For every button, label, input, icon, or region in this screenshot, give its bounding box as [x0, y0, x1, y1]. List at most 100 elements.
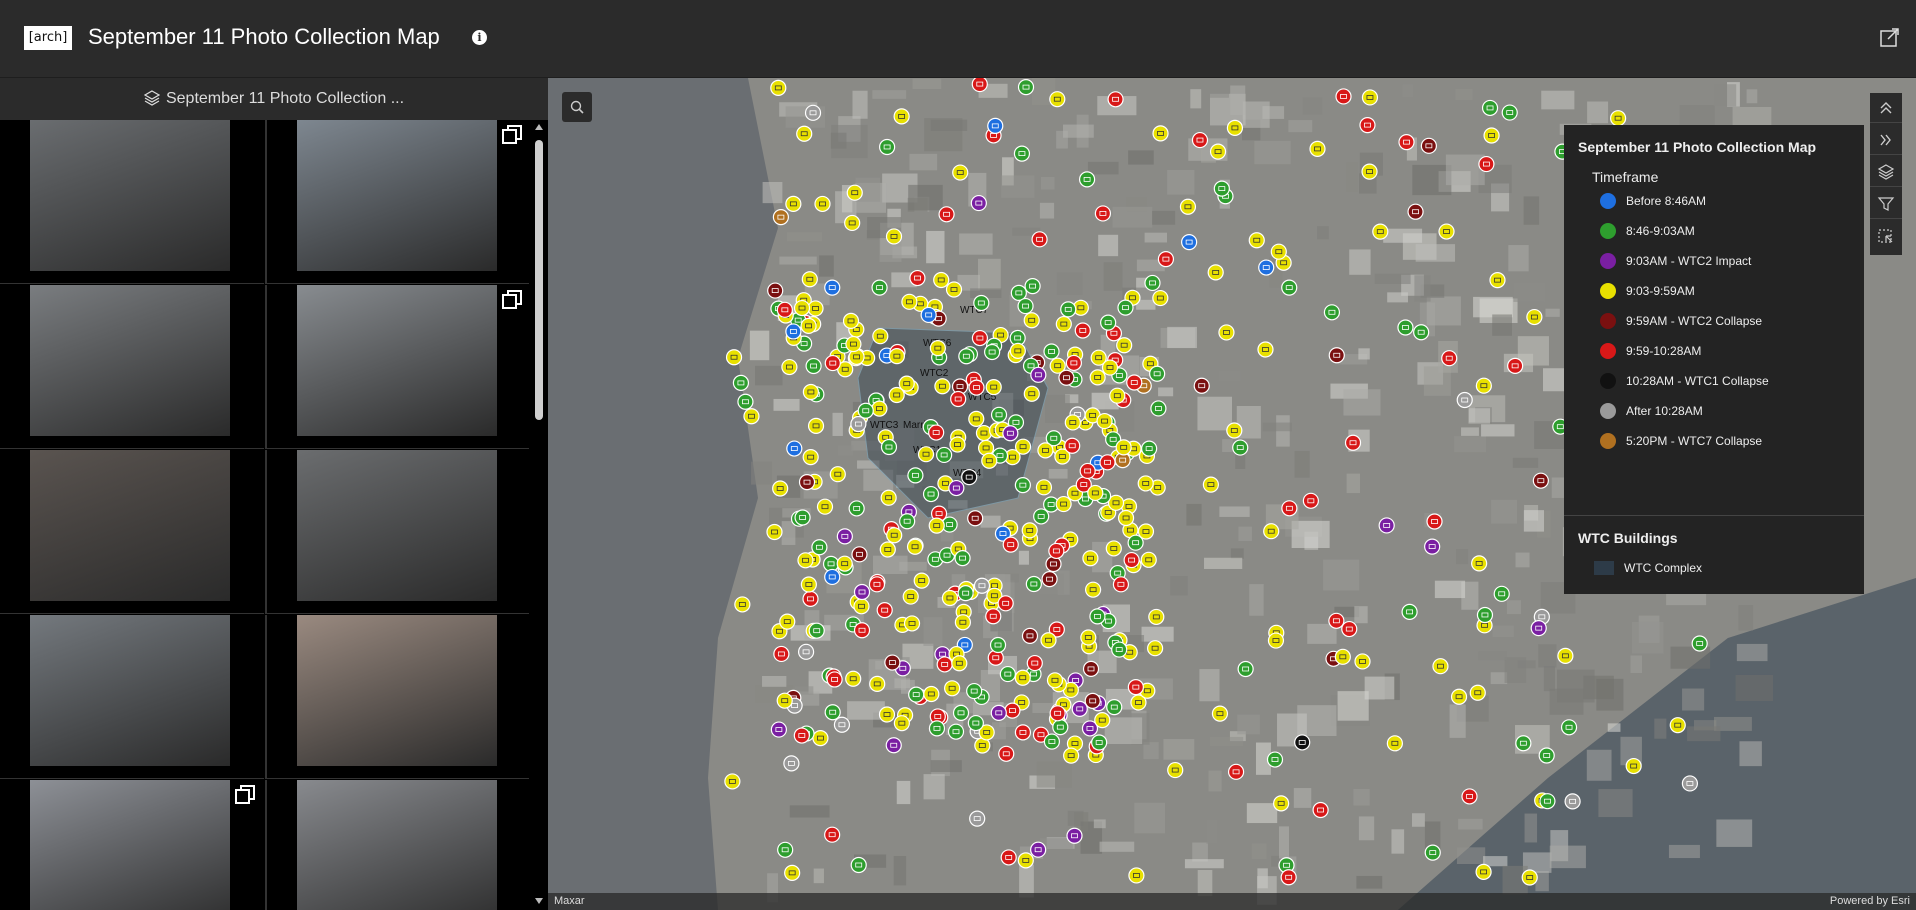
- photo-thumbnail[interactable]: [265, 450, 529, 614]
- city-block: [1454, 436, 1486, 453]
- map-view[interactable]: WTC7WTC6WTC2WTC5WTC3MarriottWTC1WTC4: [548, 78, 1916, 910]
- city-block: [1103, 262, 1123, 291]
- photo-thumbnail[interactable]: [0, 120, 264, 284]
- layers-icon: [1877, 164, 1895, 180]
- logo[interactable]: [arch]: [24, 26, 72, 50]
- photo-point: [928, 424, 945, 441]
- scroll-down-icon[interactable]: [535, 898, 543, 904]
- city-block: [1491, 499, 1517, 524]
- photo-point: [945, 281, 963, 298]
- city-block: [1478, 651, 1507, 661]
- photo-point: [971, 329, 989, 347]
- photo-image[interactable]: [30, 780, 230, 910]
- legend-symbol-icon: [1600, 313, 1616, 329]
- photo-point: [853, 622, 871, 639]
- photo-point: [1302, 492, 1319, 509]
- photo-image[interactable]: [297, 285, 497, 436]
- photo-point: [844, 214, 861, 232]
- city-block: [1515, 552, 1530, 568]
- photo-point: [928, 720, 946, 737]
- photo-image[interactable]: [30, 120, 230, 271]
- legend-symbol-icon: [1600, 193, 1616, 209]
- photo-point: [1055, 315, 1072, 333]
- photo-image[interactable]: [30, 450, 230, 601]
- layers-button[interactable]: [1870, 157, 1902, 187]
- city-block: [1513, 282, 1545, 302]
- city-block: [1383, 228, 1423, 243]
- photo-thumbnail[interactable]: [0, 450, 264, 614]
- photo-point: [973, 577, 991, 594]
- photo-image[interactable]: [30, 285, 230, 436]
- city-block: [1716, 819, 1753, 847]
- city-block: [1414, 107, 1447, 127]
- photo-point: [997, 595, 1014, 612]
- photo-point: [1226, 422, 1243, 439]
- photo-point: [851, 546, 868, 563]
- city-block: [1294, 450, 1310, 478]
- photo-thumbnail[interactable]: [0, 780, 264, 910]
- photo-point: [1013, 145, 1031, 162]
- photo-thumbnail[interactable]: [265, 120, 529, 284]
- city-block: [1288, 120, 1313, 133]
- map-attribution: Maxar Powered by Esri: [548, 893, 1916, 910]
- scrollbar[interactable]: [530, 120, 548, 910]
- photo-point: [1082, 660, 1100, 678]
- select-button[interactable]: [1870, 221, 1902, 251]
- photo-point: [869, 675, 886, 693]
- photo-point: [1521, 869, 1538, 886]
- city-block: [1222, 439, 1233, 453]
- photo-point: [1017, 297, 1034, 315]
- photo-point: [879, 541, 896, 558]
- photo-point: [1123, 551, 1140, 569]
- city-block: [1523, 196, 1540, 225]
- photo-point: [853, 598, 870, 615]
- photo-thumbnail[interactable]: [265, 615, 529, 779]
- photo-point: [1052, 719, 1069, 736]
- photo-thumbnail[interactable]: [265, 285, 529, 449]
- photo-point: [737, 393, 754, 410]
- photo-point: [1344, 434, 1362, 451]
- photo-point: [981, 452, 998, 469]
- city-block: [1323, 559, 1360, 591]
- photo-point: [1000, 849, 1017, 866]
- legend-subtitle: Timeframe: [1592, 169, 1659, 185]
- attribution-right: Powered by Esri: [1829, 895, 1910, 907]
- photo-point: [1263, 523, 1280, 540]
- scrollbar-thumb[interactable]: [535, 140, 543, 420]
- filter-button[interactable]: [1870, 189, 1902, 219]
- info-icon[interactable]: i: [472, 30, 487, 45]
- scroll-up-icon[interactable]: [535, 124, 543, 130]
- city-block: [1317, 226, 1329, 240]
- sidebar-header[interactable]: September 11 Photo Collection ...: [0, 78, 548, 120]
- map-search-button[interactable]: [562, 92, 592, 122]
- city-block: [1492, 625, 1514, 638]
- photo-thumbnail[interactable]: [0, 615, 264, 779]
- share-icon[interactable]: [1880, 27, 1900, 47]
- city-block: [1746, 89, 1758, 104]
- photo-point: [1100, 314, 1117, 331]
- city-block: [1063, 124, 1094, 138]
- city-block: [1434, 580, 1466, 599]
- photo-point: [999, 665, 1016, 683]
- photo-point: [1267, 632, 1285, 649]
- legend-item-label: Before 8:46AM: [1626, 194, 1707, 208]
- photo-thumbnail[interactable]: [265, 780, 529, 910]
- expand-panel-button[interactable]: [1870, 125, 1902, 155]
- photo-point: [786, 440, 803, 457]
- photo-point: [1209, 143, 1227, 160]
- photo-thumbnail[interactable]: [0, 285, 264, 449]
- photo-image[interactable]: [30, 615, 230, 766]
- photo-image[interactable]: [297, 450, 497, 601]
- photo-image[interactable]: [297, 780, 497, 910]
- photo-point: [1361, 89, 1379, 106]
- photo-point: [766, 523, 783, 541]
- photo-image[interactable]: [297, 615, 497, 766]
- city-block: [1364, 676, 1395, 700]
- photo-point: [848, 500, 865, 517]
- photo-image[interactable]: [297, 120, 497, 271]
- city-block: [1167, 326, 1197, 349]
- city-block: [1445, 154, 1485, 186]
- city-block: [930, 760, 962, 773]
- collapse-up-button[interactable]: [1870, 93, 1902, 123]
- photo-point: [1140, 551, 1157, 568]
